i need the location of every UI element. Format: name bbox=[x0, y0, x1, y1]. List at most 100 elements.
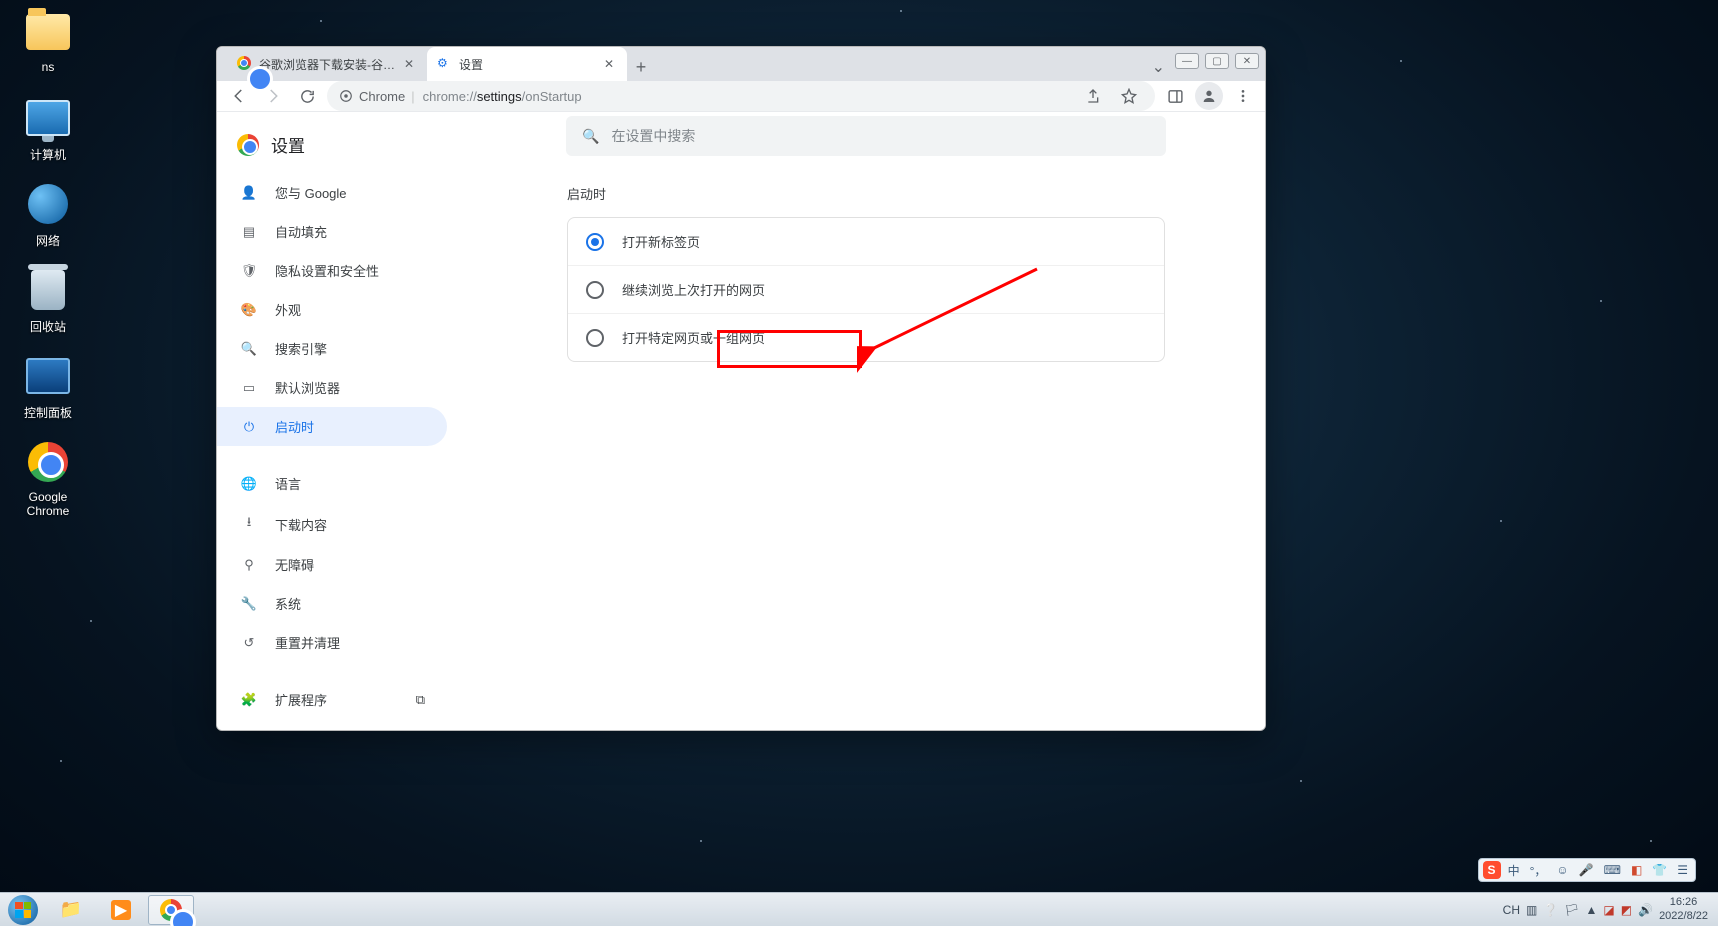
bookmark-button[interactable] bbox=[1115, 82, 1143, 110]
external-link-icon: ⧉ bbox=[416, 692, 425, 708]
settings-favicon-icon: ⚙ bbox=[437, 56, 453, 72]
address-bar[interactable]: Chrome | chrome://settings/onStartup bbox=[327, 81, 1155, 111]
window-close-button[interactable]: ✕ bbox=[1235, 53, 1259, 69]
startup-options-card: 打开新标签页 继续浏览上次打开的网页 打开特定网页或一组网页 bbox=[567, 217, 1165, 362]
radio-unchecked-icon bbox=[586, 281, 604, 299]
folder-icon: 📁 bbox=[60, 899, 82, 920]
sidebar-item-label: 语言 bbox=[275, 474, 301, 493]
sidebar-item-appearance[interactable]: 🎨外观 bbox=[217, 290, 447, 329]
search-icon: 🔍 bbox=[582, 128, 599, 145]
chrome-icon bbox=[237, 134, 259, 156]
sidebar-item-label: 系统 bbox=[275, 594, 301, 613]
tray-network-icon[interactable]: ▥ bbox=[1526, 903, 1537, 917]
startup-option-new-tab[interactable]: 打开新标签页 bbox=[568, 218, 1164, 265]
sidebar-item-on-startup[interactable]: ⏻启动时 bbox=[217, 407, 447, 446]
start-button[interactable] bbox=[0, 893, 46, 926]
ime-skin-button[interactable]: ◧ bbox=[1628, 863, 1645, 877]
ime-emoji-button[interactable]: ☺ bbox=[1553, 863, 1571, 877]
tab-close-button[interactable]: ✕ bbox=[401, 56, 417, 72]
new-tab-button[interactable]: + bbox=[627, 53, 655, 81]
ime-settings-button[interactable]: ☰ bbox=[1674, 863, 1691, 877]
desktop-icon-label: 网络 bbox=[8, 232, 88, 249]
taskbar-item-media-player[interactable]: ▶ bbox=[98, 895, 144, 925]
ime-keyboard-button[interactable]: ⌨ bbox=[1601, 863, 1624, 877]
search-icon: 🔍 bbox=[239, 341, 259, 357]
sidebar-item-downloads[interactable]: ⭳下载内容 bbox=[217, 503, 447, 545]
sidebar-item-search-engine[interactable]: 🔍 搜索引擎 bbox=[217, 329, 447, 368]
ime-punct-button[interactable]: °， bbox=[1527, 862, 1550, 879]
radio-unchecked-icon bbox=[586, 329, 604, 347]
startup-option-specific-pages[interactable]: 打开特定网页或一组网页 bbox=[568, 313, 1164, 361]
sidebar-item-label: 扩展程序 bbox=[275, 690, 327, 709]
trash-icon bbox=[31, 270, 65, 310]
desktop-icon-ns[interactable]: ns bbox=[8, 8, 88, 74]
toolbar: Chrome | chrome://settings/onStartup bbox=[217, 81, 1265, 112]
restore-icon: ↺ bbox=[239, 635, 259, 651]
desktop-icon-computer[interactable]: 计算机 bbox=[8, 94, 88, 163]
window-minimize-button[interactable]: ― bbox=[1175, 53, 1199, 69]
radio-label: 打开特定网页或一组网页 bbox=[622, 328, 765, 347]
control-panel-icon bbox=[26, 358, 70, 394]
taskbar-item-chrome[interactable] bbox=[148, 895, 194, 925]
tray-action-center-icon[interactable]: 🏳 bbox=[1564, 903, 1579, 917]
sidebar-item-about[interactable]: 关于 Chrome bbox=[217, 719, 447, 731]
desktop-icon-network[interactable]: 网络 bbox=[8, 180, 88, 249]
tray-clock[interactable]: 16:26 2022/8/22 bbox=[1659, 896, 1708, 922]
ime-pin-button[interactable]: 👕 bbox=[1649, 863, 1670, 877]
desktop-icon-label: 控制面板 bbox=[8, 404, 88, 421]
sidebar-item-autofill[interactable]: ▤自动填充 bbox=[217, 212, 447, 251]
palette-icon: 🎨 bbox=[239, 302, 259, 318]
desktop-icon-control-panel[interactable]: 控制面板 bbox=[8, 352, 88, 421]
tray-volume-icon[interactable]: 🔊 bbox=[1638, 903, 1653, 917]
tray-chevron-up-icon[interactable]: ▲ bbox=[1586, 903, 1598, 917]
ime-toolbar[interactable]: S 中 °， ☺ 🎤 ⌨ ◧ 👕 ☰ bbox=[1478, 858, 1696, 882]
side-panel-button[interactable] bbox=[1161, 82, 1189, 110]
settings-page: 设置 👤您与 Google ▤自动填充 🛡隐私设置和安全性 🎨外观 🔍搜索引擎 … bbox=[217, 112, 1265, 731]
ime-lang-button[interactable]: 中 bbox=[1505, 862, 1523, 879]
tray-help-icon[interactable]: ❔ bbox=[1543, 903, 1558, 917]
share-button[interactable] bbox=[1079, 82, 1107, 110]
reload-button[interactable] bbox=[293, 82, 321, 110]
desktop-icon-label: 回收站 bbox=[8, 318, 88, 335]
window-maximize-button[interactable]: ▢ bbox=[1205, 53, 1229, 69]
settings-sidebar: 设置 👤您与 Google ▤自动填充 🛡隐私设置和安全性 🎨外观 🔍搜索引擎 … bbox=[217, 112, 467, 731]
sidebar-item-label: 自动填充 bbox=[275, 222, 327, 241]
sidebar-item-privacy[interactable]: 🛡隐私设置和安全性 bbox=[217, 251, 447, 290]
taskbar: 📁 ▶ CH ▥ ❔ 🏳 ▲ ◪ ◩ 🔊 16:26 2022/8/22 bbox=[0, 892, 1718, 926]
desktop-icon-chrome[interactable]: Google Chrome bbox=[8, 438, 88, 518]
url-text: /onStartup bbox=[522, 89, 582, 104]
tab-inactive[interactable]: 谷歌浏览器下载安装-谷歌浏览器 ✕ bbox=[227, 47, 427, 81]
sidebar-item-extensions[interactable]: 🧩扩展程序⧉ bbox=[217, 680, 447, 719]
startup-option-continue[interactable]: 继续浏览上次打开的网页 bbox=[568, 265, 1164, 313]
window-titlebar[interactable]: 谷歌浏览器下载安装-谷歌浏览器 ✕ ⚙ 设置 ✕ + ⌄ ― ▢ ✕ bbox=[217, 47, 1265, 81]
settings-title: 设置 bbox=[271, 132, 305, 157]
desktop-icon-recycle-bin[interactable]: 回收站 bbox=[8, 266, 88, 335]
settings-main: 🔍 在设置中搜索 启动时 打开新标签页 继续浏览上次打开的网页 bbox=[467, 112, 1265, 731]
accessibility-icon: ⚲ bbox=[239, 557, 259, 573]
ime-voice-button[interactable]: 🎤 bbox=[1576, 863, 1597, 877]
sidebar-item-you-and-google[interactable]: 👤您与 Google bbox=[217, 173, 447, 212]
tray-app-icon[interactable]: ◩ bbox=[1621, 903, 1632, 917]
sidebar-item-label: 关于 Chrome bbox=[275, 729, 351, 731]
desktop-icon-label: ns bbox=[8, 60, 88, 74]
tab-active[interactable]: ⚙ 设置 ✕ bbox=[427, 47, 627, 81]
menu-button[interactable] bbox=[1229, 82, 1257, 110]
tray-lang-indicator[interactable]: CH bbox=[1503, 903, 1520, 917]
tabs-dropdown-button[interactable]: ⌄ bbox=[1152, 57, 1165, 77]
tray-app-icon[interactable]: ◪ bbox=[1603, 903, 1614, 917]
profile-button[interactable] bbox=[1195, 82, 1223, 110]
sidebar-item-languages[interactable]: 🌐语言 bbox=[217, 464, 447, 503]
taskbar-item-explorer[interactable]: 📁 bbox=[48, 895, 94, 925]
sidebar-item-accessibility[interactable]: ⚲无障碍 bbox=[217, 545, 447, 584]
person-icon bbox=[1201, 88, 1217, 104]
side-panel-icon bbox=[1167, 88, 1184, 105]
tray-date: 2022/8/22 bbox=[1659, 910, 1708, 923]
tab-close-button[interactable]: ✕ bbox=[601, 56, 617, 72]
settings-search-input[interactable]: 🔍 在设置中搜索 bbox=[566, 116, 1166, 156]
sidebar-item-label: 搜索引擎 bbox=[275, 339, 327, 358]
folder-icon bbox=[26, 14, 70, 50]
sidebar-item-system[interactable]: 🔧 系统 bbox=[217, 584, 447, 623]
wrench-icon: 🔧 bbox=[239, 596, 259, 612]
sidebar-item-reset[interactable]: ↺重置并清理 bbox=[217, 623, 447, 662]
sidebar-item-default-browser[interactable]: ▭默认浏览器 bbox=[217, 368, 447, 407]
